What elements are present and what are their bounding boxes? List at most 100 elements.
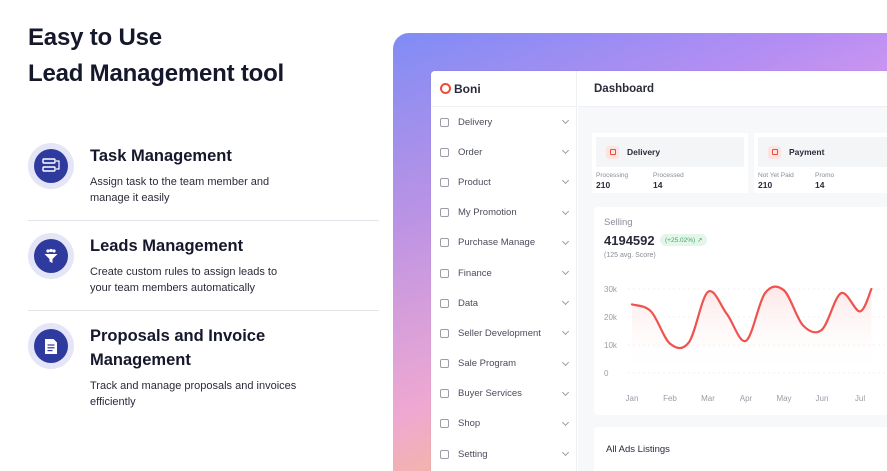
chevron-down-icon	[561, 267, 570, 276]
sidebar-item-shop[interactable]: Shop	[431, 409, 576, 439]
chevron-down-icon	[561, 177, 570, 185]
chevron-down-icon	[561, 237, 570, 245]
dashboard-preview: Boni Delivery Order Product My Promotion Pur…	[431, 71, 887, 471]
chevron-down-icon	[561, 207, 570, 215]
sidebar-item-label: Sale Program	[458, 358, 517, 370]
data-icon	[440, 298, 449, 308]
headline-line-2: Lead Management tool	[28, 60, 285, 87]
sidebar-item-buyer-services[interactable]: Buyer Services	[431, 379, 576, 409]
sidebar-item-label: Setting	[458, 448, 488, 460]
stat-value: 14	[653, 180, 663, 190]
x-tick-label: Apr	[740, 394, 753, 403]
ads-listings-card[interactable]: All Ads Listings	[594, 427, 887, 471]
avg-score: (125 avg. Score)	[604, 252, 656, 259]
x-tick-label: May	[776, 394, 791, 403]
sidebar-item-finance[interactable]: Finance	[431, 258, 576, 288]
finance-icon	[440, 268, 449, 278]
stat-label: Not Yet Paid	[758, 172, 794, 179]
chevron-down-icon	[561, 117, 570, 125]
chevron-down-icon	[561, 388, 570, 396]
feature-title: Task Management	[90, 147, 232, 165]
task-icon	[28, 143, 74, 189]
stat-title: Delivery	[627, 147, 661, 157]
sidebar-item-data[interactable]: Data	[431, 288, 576, 318]
stat-card-delivery[interactable]: Delivery Processing 210 Processed 14	[592, 133, 748, 193]
chevron-down-icon	[561, 449, 570, 457]
headline: Easy to Use Lead Management tool	[28, 20, 284, 92]
sidebar-item-label: Shop	[458, 418, 481, 430]
feature-description: Create custom rules to assign leads to y…	[90, 266, 278, 294]
chevron-down-icon	[561, 418, 570, 427]
x-tick-label: Jul	[855, 394, 865, 403]
gear-icon	[440, 449, 449, 459]
stat-label: Processed	[653, 172, 684, 179]
sidebar-item-label: Finance	[458, 267, 492, 279]
sidebar-item-purchase-manage[interactable]: Purchase Manage	[431, 228, 576, 258]
brand-name: Boni	[454, 81, 481, 96]
sidebar-item-label: Order	[458, 146, 483, 158]
sidebar-item-seller-development[interactable]: Seller Development	[431, 318, 576, 348]
box-icon	[440, 117, 449, 127]
stat-value: 210	[596, 180, 611, 190]
sale-icon	[440, 359, 449, 369]
sidebar-item-label: Seller Development	[458, 327, 541, 339]
funnel-icon	[28, 233, 74, 279]
sidebar-item-setting[interactable]: Setting	[431, 439, 576, 469]
sidebar-item-delivery[interactable]: Delivery	[431, 107, 576, 137]
feature-description: Assign task to the team member and manag…	[90, 176, 270, 204]
feature-title: Leads Management	[90, 237, 244, 255]
page: Easy to Use Lead Management tool Task Ma…	[0, 0, 887, 471]
y-tick-label: 0	[604, 369, 609, 378]
y-tick-label: 10k	[604, 341, 618, 350]
chevron-down-icon	[561, 298, 570, 306]
sidebar-item-label: Purchase Manage	[458, 237, 536, 249]
sidebar-item-product[interactable]: Product	[431, 167, 576, 197]
brand-logo[interactable]: Boni	[431, 71, 576, 107]
stat-value: 14	[815, 180, 825, 190]
x-tick-label: Jan	[626, 394, 639, 403]
selling-chart-card: 30k 20k 10k 0 Jan Feb Mar Apr May Jun Jul Selling …	[594, 207, 887, 415]
sidebar-item-label: My Promotion	[458, 207, 517, 219]
payment-icon	[768, 145, 781, 159]
x-tick-label: Mar	[701, 394, 715, 403]
purchase-icon	[440, 238, 449, 248]
chevron-down-icon	[561, 328, 570, 336]
stat-title: Payment	[789, 147, 825, 157]
sidebar-item-sale-program[interactable]: Sale Program	[431, 349, 576, 379]
sidebar-item-order[interactable]: Order	[431, 137, 576, 167]
y-tick-label: 30k	[604, 285, 618, 294]
sidebar-item-label: Buyer Services	[458, 388, 522, 400]
stat-label: Processing	[596, 172, 629, 179]
sidebar: Boni Delivery Order Product My Promotion Pur…	[431, 71, 577, 471]
y-tick-label: 20k	[604, 313, 618, 322]
ads-listings-title: All Ads Listings	[606, 444, 670, 455]
promotion-icon	[440, 208, 449, 218]
chevron-down-icon	[561, 147, 570, 155]
page-title: Dashboard	[578, 71, 887, 107]
headline-line-1: Easy to Use	[28, 24, 162, 51]
chevron-down-icon	[561, 358, 570, 366]
stat-card-payment[interactable]: Payment Not Yet Paid 210 Promo 14	[754, 133, 887, 193]
stat-value: 210	[758, 180, 773, 190]
feature-task-management: Task Management Assign task to the team …	[28, 131, 379, 221]
x-tick-label: Feb	[663, 394, 677, 403]
main-panel: Dashboard Delivery Processing 210 Proces…	[578, 71, 887, 471]
sidebar-item-label: Delivery	[458, 116, 493, 128]
sidebar-item-my-promotion[interactable]: My Promotion	[431, 198, 576, 228]
product-icon	[440, 177, 449, 187]
sidebar-item-label: Product	[458, 176, 491, 188]
logo-icon	[440, 83, 451, 94]
chart-title: Selling	[604, 217, 633, 228]
seller-icon	[440, 328, 449, 338]
feature-title: Proposals and Invoice Management	[90, 327, 266, 369]
stat-label: Promo	[815, 172, 835, 179]
feature-description: Track and manage proposals and invoices …	[90, 380, 297, 408]
order-icon	[440, 147, 449, 157]
invoice-icon	[28, 323, 74, 369]
delivery-icon	[606, 145, 619, 159]
sidebar-item-label: Data	[458, 297, 479, 309]
sidebar-nav: Delivery Order Product My Promotion Purchase…	[431, 107, 576, 469]
feature-proposals-invoice: Proposals and Invoice Management Track a…	[28, 311, 379, 424]
shop-icon	[440, 419, 449, 429]
x-tick-label: Jun	[816, 394, 829, 403]
